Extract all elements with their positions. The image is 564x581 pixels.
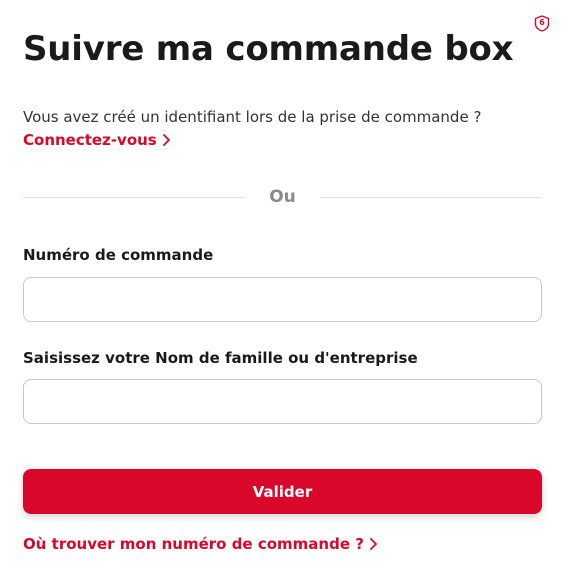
badge-count: 6 [539,18,545,27]
divider-line-right [320,197,542,198]
last-name-input[interactable] [23,379,542,424]
divider-line-left [23,197,245,198]
page-title: Suivre ma commande box [23,29,514,69]
submit-button[interactable]: Valider [23,469,542,514]
order-tracking-page: 6 Suivre ma commande box Vous avez créé … [0,0,564,581]
order-number-label: Numéro de commande [23,246,214,264]
find-order-number-label: Où trouver mon numéro de commande ? [23,535,364,553]
chevron-right-icon [162,134,170,146]
or-divider: Ou [23,184,542,210]
login-prompt-text: Vous avez créé un identifiant lors de la… [23,108,482,126]
last-name-label: Saisissez votre Nom de famille ou d'entr… [23,349,418,367]
login-link-label: Connectez-vous [23,131,157,149]
chevron-right-icon [370,538,377,550]
login-link[interactable]: Connectez-vous [23,129,170,151]
divider-label: Ou [269,187,296,207]
find-order-number-link[interactable]: Où trouver mon numéro de commande ? [23,533,377,555]
order-number-input[interactable] [23,277,542,322]
shield-badge-icon: 6 [534,15,550,32]
